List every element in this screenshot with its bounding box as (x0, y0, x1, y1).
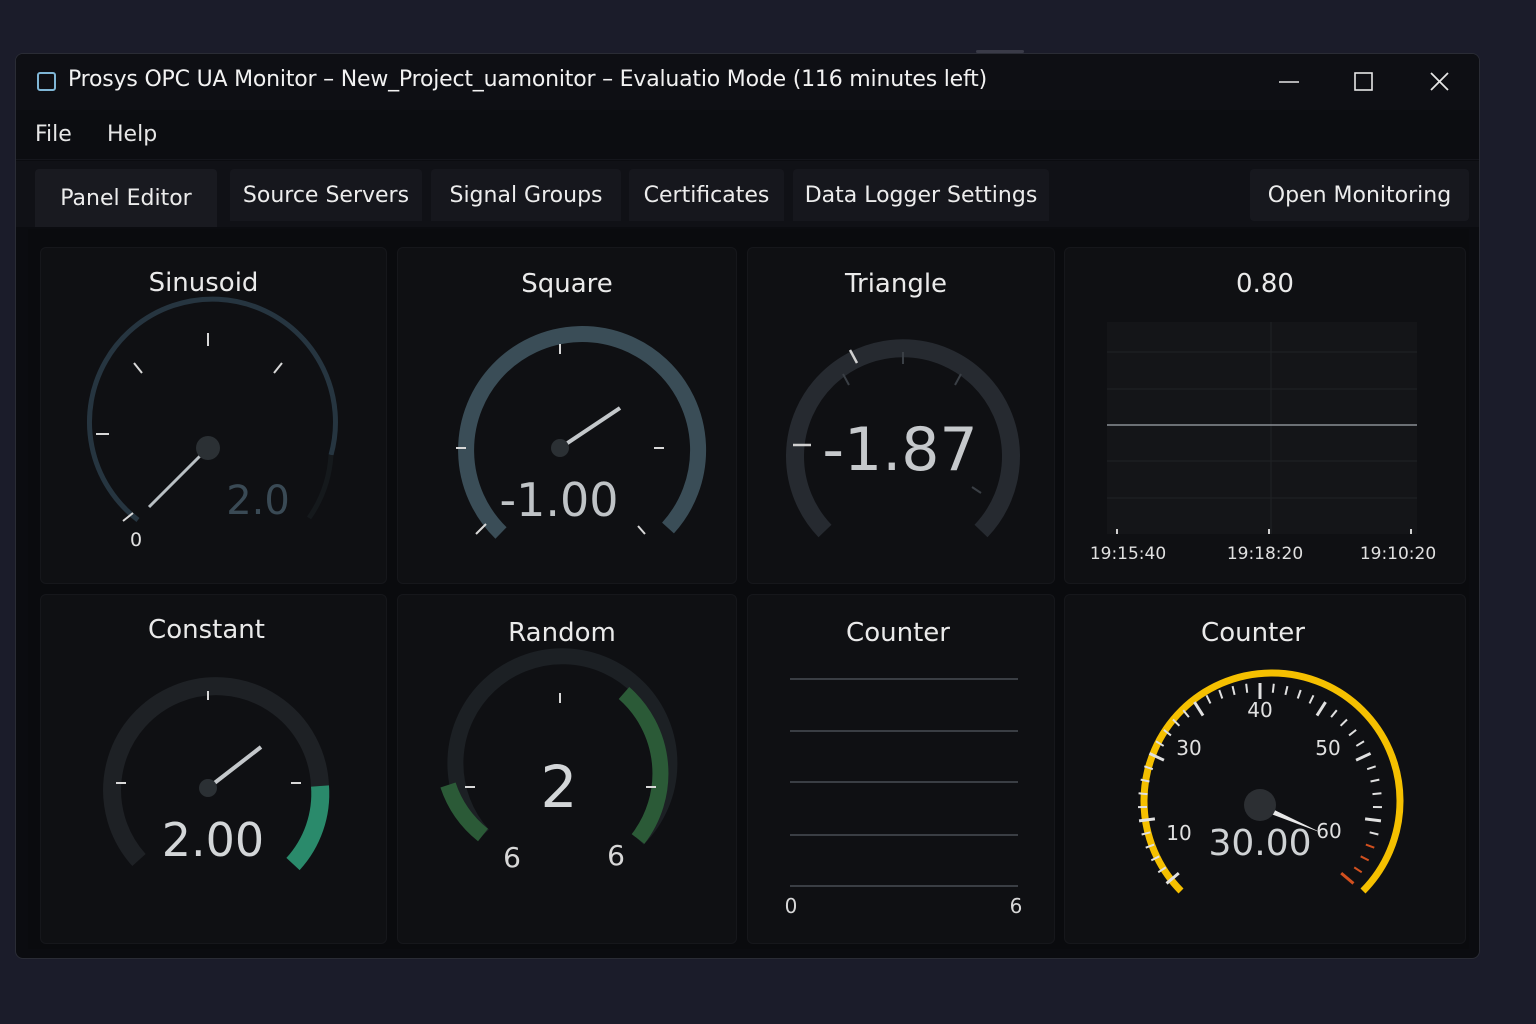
random-left-label: 6 (503, 841, 521, 874)
speedo-tick (1138, 817, 1156, 823)
triangle-gauge: -1.87 (786, 339, 1020, 538)
speedo-tick (1308, 694, 1315, 704)
trend-x-label-1: 19:18:20 (1227, 544, 1303, 564)
constant-value: 2.00 (162, 813, 264, 867)
square-gauge: -1.00 (456, 326, 707, 539)
speedo-tick (1369, 831, 1379, 836)
title-bar[interactable]: Prosys OPC UA Monitor – New_Project_uamo… (16, 54, 1479, 110)
menu-bar: File Help (16, 110, 1479, 160)
trend-chart: 19:15:40 19:18:20 19:10:20 (1090, 322, 1436, 564)
speedo-tick (1315, 701, 1327, 717)
triangle-value: -1.87 (822, 415, 977, 485)
panel-random[interactable]: Random 2 6 6 (397, 594, 737, 944)
tab-source-servers[interactable]: Source Servers (230, 169, 422, 221)
panel-area: Sinusoid 2.0 0 Square -1.00 Triangle -1.… (28, 229, 1469, 949)
speedo-tick (1348, 729, 1357, 737)
speedo-tick (1205, 694, 1212, 704)
speedo-tick (1138, 792, 1148, 796)
tab-bar: Panel Editor Source Servers Signal Group… (16, 161, 1479, 227)
speedo-tick (1182, 709, 1190, 718)
open-monitoring-button[interactable]: Open Monitoring (1250, 169, 1469, 221)
speedo-value: 30.00 (1208, 823, 1311, 864)
speedo-hub (1244, 789, 1276, 821)
trend-x-label-0: 19:15:40 (1090, 544, 1166, 564)
app-window: Prosys OPC UA Monitor – New_Project_uamo… (15, 53, 1480, 959)
speedo-label-10: 10 (1166, 821, 1191, 845)
speedo-tick (1218, 689, 1224, 699)
speedo-tick (1193, 701, 1205, 717)
tab-certificates[interactable]: Certificates (629, 169, 784, 221)
close-button[interactable] (1416, 62, 1462, 102)
minimize-icon (1279, 81, 1299, 83)
speedo-tick (1372, 792, 1382, 796)
random-gauge: 2 6 6 (440, 648, 678, 874)
counter-line-chart: 0 6 (785, 678, 1023, 918)
speedo-tick (1360, 855, 1370, 862)
counter-speedometer: 40 30 50 10 60 30.00 (1138, 669, 1404, 894)
speedo-tick (1370, 778, 1380, 783)
menu-file[interactable]: File (35, 122, 72, 147)
sinusoid-gauge: 2.0 0 (87, 296, 338, 551)
panel-sinusoid[interactable]: Sinusoid 2.0 0 (40, 247, 387, 584)
speedo-label-50: 50 (1315, 736, 1340, 760)
speedo-tick (1284, 685, 1289, 696)
speedo-tick (1366, 765, 1377, 771)
speedo-tick (1271, 683, 1275, 693)
panel-square[interactable]: Square -1.00 (397, 247, 737, 584)
sinusoid-value: 2.0 (226, 478, 290, 524)
minimize-button[interactable] (1266, 62, 1312, 102)
speedo-tick (1364, 817, 1382, 823)
random-value: 2 (541, 753, 578, 821)
speedo-label-40: 40 (1247, 698, 1272, 722)
speedo-tick (1339, 718, 1348, 727)
constant-gauge: 2.00 (103, 677, 330, 871)
speedo-label-60: 60 (1316, 819, 1341, 843)
speedo-tick (1355, 752, 1372, 762)
panel-counter-gauge[interactable]: Counter 40 30 50 10 60 30.00 (1064, 594, 1466, 944)
speedo-tick (1365, 843, 1375, 849)
panel-triangle[interactable]: Triangle -1.87 (747, 247, 1055, 584)
random-right-label: 6 (607, 839, 625, 872)
tab-data-logger-settings[interactable]: Data Logger Settings (793, 169, 1049, 221)
speedo-tick (1340, 871, 1355, 885)
panel-counter-lines[interactable]: Counter 0 6 (747, 594, 1055, 944)
speedo-tick (1355, 740, 1365, 747)
square-value: -1.00 (499, 473, 618, 527)
speedo-tick (1245, 683, 1249, 693)
tab-signal-groups[interactable]: Signal Groups (431, 169, 621, 221)
speedo-tick (1330, 709, 1338, 718)
panel-trend[interactable]: 0.80 19:15:40 19:18:20 19:10:20 (1064, 247, 1466, 584)
panel-constant[interactable]: Constant 2.00 (40, 594, 387, 944)
tab-panel-editor[interactable]: Panel Editor (35, 169, 217, 227)
speedo-tick (1353, 866, 1363, 874)
speedo-tick (1296, 689, 1302, 699)
window-title: Prosys OPC UA Monitor – New_Project_uamo… (68, 67, 987, 92)
speedo-label-30: 30 (1176, 736, 1201, 760)
menu-help[interactable]: Help (107, 122, 157, 147)
speedo-tick (1231, 685, 1236, 696)
counter-x-max: 6 (1010, 894, 1023, 918)
maximize-button[interactable] (1340, 62, 1386, 102)
close-icon (1430, 72, 1449, 91)
counter-x-min: 0 (785, 894, 798, 918)
app-icon (37, 72, 56, 91)
sinusoid-min-label: 0 (130, 529, 142, 551)
maximize-icon (1354, 72, 1373, 91)
trend-x-label-2: 19:10:20 (1360, 544, 1436, 564)
